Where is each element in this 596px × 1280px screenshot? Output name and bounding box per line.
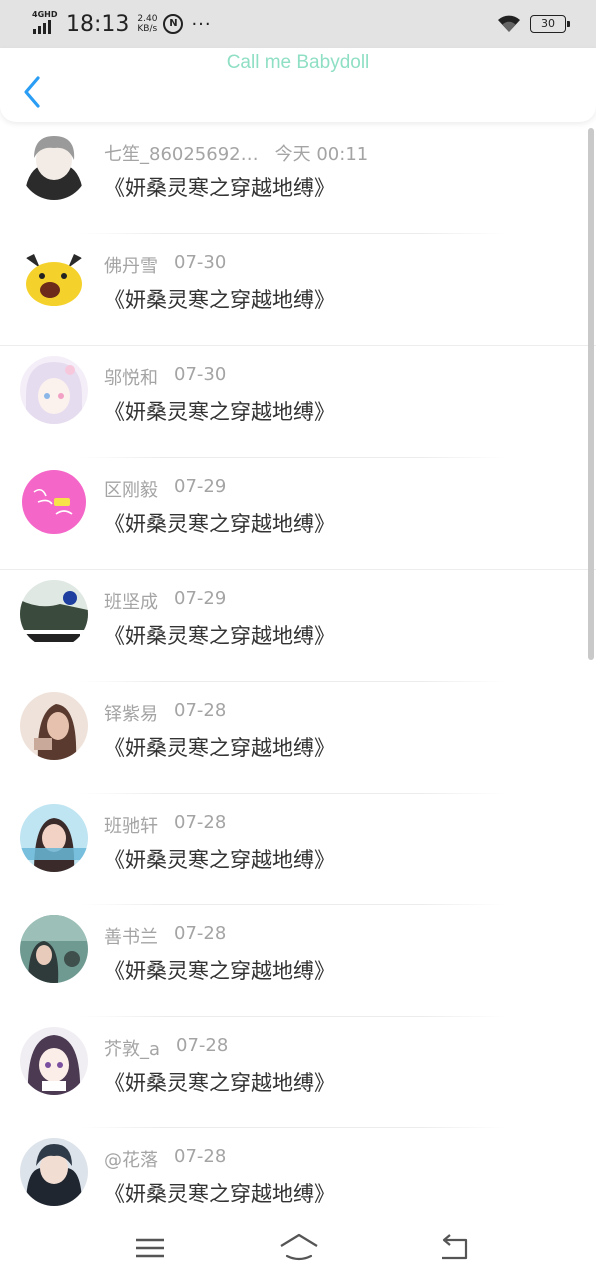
message-time: 07-28: [174, 1146, 227, 1168]
message-meta: 佛丹雪 07-30: [104, 252, 226, 278]
battery-icon: 30: [530, 15, 570, 33]
avatar-photo-icon: [20, 915, 88, 984]
avatar: [20, 132, 88, 200]
home-icon: [280, 1233, 318, 1261]
avatar-photo-icon: [20, 691, 88, 760]
avatar-anime-girl-icon: [20, 1026, 88, 1095]
message-meta: 铎紫易 07-28: [104, 700, 226, 726]
message-time: 07-28: [174, 923, 227, 945]
back-button[interactable]: [20, 74, 46, 110]
message-text: 《妍桑灵寒之穿越地缚》: [104, 624, 335, 649]
clock: 18:13: [66, 11, 130, 37]
avatar: [20, 691, 88, 760]
message-text: 《妍桑灵寒之穿越地缚》: [104, 400, 335, 425]
list-item[interactable]: 班坚成 07-29 《妍桑灵寒之穿越地缚》: [0, 570, 596, 682]
avatar: [20, 467, 88, 536]
message-list: 七笙_86025692… 今天 00:11 《妍桑灵寒之穿越地缚》 佛丹雪 07…: [0, 122, 596, 1240]
message-meta: 邬悦和 07-30: [104, 364, 226, 390]
message-meta: 七笙_86025692… 今天 00:11: [104, 140, 368, 166]
message-text: 《妍桑灵寒之穿越地缚》: [104, 1070, 335, 1095]
message-text: 《妍桑灵寒之穿越地缚》: [104, 287, 335, 312]
sender-name: @花落: [104, 1150, 158, 1172]
sender-name: 善书兰: [104, 927, 158, 949]
avatar: [20, 356, 88, 425]
back-nav-button[interactable]: [436, 1232, 472, 1264]
message-meta: @花落 07-28: [104, 1146, 226, 1172]
avatar-anime-boy-icon: [20, 132, 88, 200]
avatar-yellow-meme-icon: [20, 243, 88, 312]
sender-name: 七笙_86025692…: [104, 144, 259, 165]
message-time: 今天 00:11: [274, 144, 369, 165]
list-item[interactable]: 佛丹雪 07-30 《妍桑灵寒之穿越地缚》: [0, 234, 596, 347]
menu-button[interactable]: [132, 1232, 168, 1264]
list-item[interactable]: 邬悦和 07-30 《妍桑灵寒之穿越地缚》: [0, 346, 596, 458]
avatar: [20, 1026, 88, 1095]
menu-icon: [136, 1238, 164, 1258]
message-text: 《妍桑灵寒之穿越地缚》: [104, 1182, 335, 1207]
avatar: [20, 580, 88, 649]
avatar: [20, 915, 88, 984]
message-text: 《妍桑灵寒之穿越地缚》: [104, 511, 335, 536]
network-type: 4GHD: [32, 10, 58, 19]
avatar-photo-icon: [20, 580, 88, 649]
message-time: 07-28: [174, 699, 227, 721]
message-text: 《妍桑灵寒之穿越地缚》: [104, 735, 335, 760]
status-right: 30: [496, 14, 570, 34]
avatar-pink-text-icon: [20, 467, 88, 536]
avatar-photo-icon: [20, 803, 88, 872]
list-item[interactable]: 七笙_86025692… 今天 00:11 《妍桑灵寒之穿越地缚》: [0, 122, 596, 234]
sender-name: 班驰轩: [104, 815, 158, 837]
sender-name: 芥敦_a: [104, 1038, 161, 1060]
more-notifications-icon: ···: [191, 13, 212, 35]
return-icon: [442, 1234, 468, 1260]
sender-name: 班坚成: [104, 592, 158, 614]
message-meta: 芥敦_a 07-28: [104, 1035, 228, 1061]
status-left: 4GHD 18:13 2.40 KB/s N ···: [32, 10, 212, 37]
header: Call me Babydoll: [0, 48, 596, 122]
message-time: 07-29: [174, 588, 227, 610]
cellular-signal-icon: 4GHD: [32, 10, 58, 36]
navigation-bar: [0, 1216, 596, 1280]
message-time: 07-28: [174, 811, 227, 833]
wifi-icon: [498, 15, 520, 32]
list-item[interactable]: 班驰轩 07-28 《妍桑灵寒之穿越地缚》: [0, 794, 596, 906]
back-arrow-icon: [24, 76, 40, 108]
message-time: 07-30: [174, 251, 227, 273]
sender-name: 佛丹雪: [104, 255, 158, 277]
message-meta: 善书兰 07-28: [104, 923, 226, 949]
list-item[interactable]: 区刚毅 07-29 《妍桑灵寒之穿越地缚》: [0, 458, 596, 571]
avatar: [20, 803, 88, 872]
message-time: 07-29: [174, 475, 227, 497]
notification-n-icon: N: [163, 14, 184, 34]
network-speed: 2.40 KB/s: [137, 14, 157, 34]
avatar: [20, 243, 88, 312]
message-time: 07-28: [176, 1034, 229, 1056]
message-text: 《妍桑灵寒之穿越地缚》: [104, 176, 335, 200]
avatar-anime-girl-icon: [20, 356, 88, 425]
speed-unit: KB/s: [137, 24, 158, 34]
home-button[interactable]: [278, 1232, 320, 1264]
list-item[interactable]: 善书兰 07-28 《妍桑灵寒之穿越地缚》: [0, 905, 596, 1017]
page-title: Call me Babydoll: [226, 52, 370, 73]
message-meta: 区刚毅 07-29: [104, 476, 226, 502]
avatar-anime-boy-icon: [20, 1138, 88, 1207]
message-time: 07-30: [174, 364, 227, 386]
message-meta: 班坚成 07-29: [104, 588, 226, 614]
message-text: 《妍桑灵寒之穿越地缚》: [104, 847, 335, 872]
scrollbar[interactable]: [588, 128, 594, 660]
sender-name: 铎紫易: [104, 703, 158, 725]
list-item[interactable]: 芥敦_a 07-28 《妍桑灵寒之穿越地缚》: [0, 1017, 596, 1129]
sender-name: 邬悦和: [104, 368, 158, 390]
status-bar: 4GHD 18:13 2.40 KB/s N ··· 30: [0, 0, 596, 48]
message-text: 《妍桑灵寒之穿越地缚》: [104, 959, 335, 984]
list-item[interactable]: 铎紫易 07-28 《妍桑灵寒之穿越地缚》: [0, 682, 596, 794]
sender-name: 区刚毅: [104, 479, 158, 501]
speed-value: 2.40: [137, 14, 158, 24]
message-meta: 班驰轩 07-28: [104, 812, 226, 838]
avatar: [20, 1138, 88, 1207]
